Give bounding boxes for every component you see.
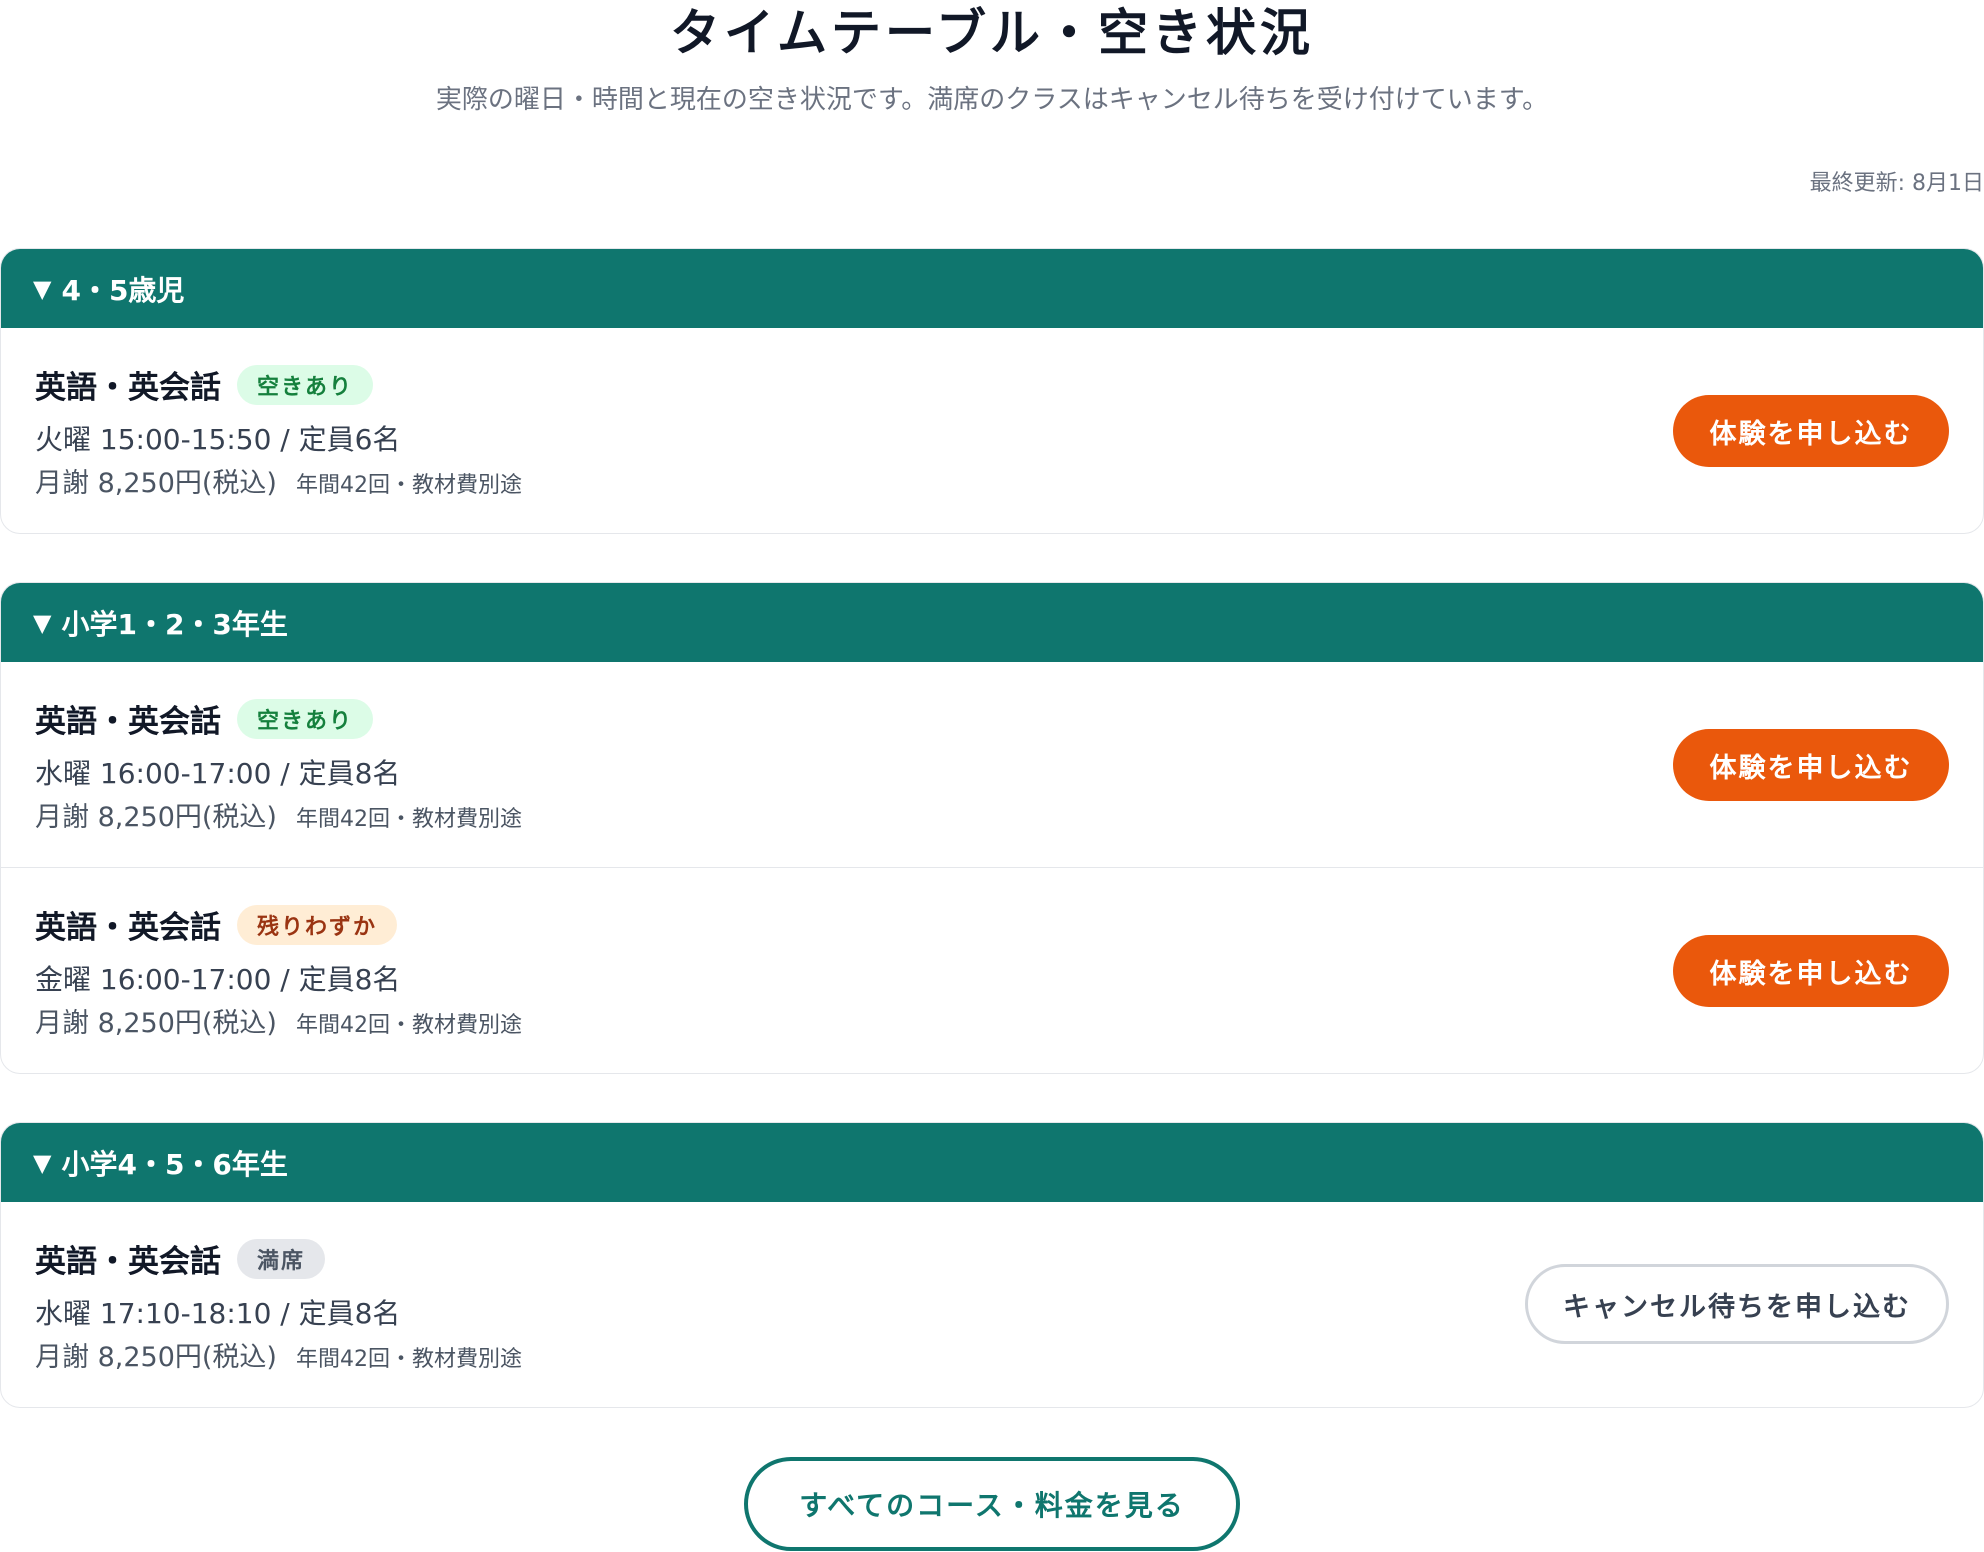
page-subtitle: 実際の曜日・時間と現在の空き状況です。満席のクラスはキャンセル待ちを受け付けてい… [435,85,1549,115]
price-text: 月謝 8,250円(税込) [35,468,277,499]
group-grade-4-6: ▼ 小学4・5・6年生 英語・英会話 満席 水曜 17:10-18:10 / 定… [0,1122,1984,1408]
last-updated-text: 最終更新: 8月1日 [1809,171,1984,196]
class-row: 英語・英会話 空きあり 水曜 16:00-17:00 / 定員8名 月謝 8,2… [1,662,1983,867]
trial-apply-button[interactable]: 体験を申し込む [1673,935,1949,1007]
waitlist-apply-button[interactable]: キャンセル待ちを申し込む [1525,1264,1949,1344]
group-label: 小学1・2・3年生 [61,607,288,641]
page-title: タイムテーブル・空き状況 [670,4,1314,62]
triangle-down-icon: ▼ [33,608,52,637]
class-row: 英語・英会話 満席 水曜 17:10-18:10 / 定員8名 月謝 8,250… [1,1202,1983,1407]
status-badge: 満席 [237,1238,326,1279]
group-header[interactable]: ▼ 小学4・5・6年生 [1,1123,1983,1202]
course-name: 英語・英会話 [35,704,221,740]
price-note: 年間42回・教材費別途 [296,473,523,498]
price-note: 年間42回・教材費別途 [296,1013,523,1038]
trial-apply-button[interactable]: 体験を申し込む [1673,395,1949,467]
class-row: 英語・英会話 空きあり 火曜 15:00-15:50 / 定員6名 月謝 8,2… [1,328,1983,533]
schedule-text: 火曜 15:00-15:50 / 定員6名 [35,423,401,456]
status-badge: 空きあり [237,364,374,405]
triangle-down-icon: ▼ [33,1148,52,1177]
class-row: 英語・英会話 残りわずか 金曜 16:00-17:00 / 定員8名 月謝 8,… [1,867,1983,1073]
schedule-text: 水曜 16:00-17:00 / 定員8名 [35,757,401,790]
price-note: 年間42回・教材費別途 [296,1347,523,1372]
triangle-down-icon: ▼ [33,274,52,303]
group-age-4-5: ▼ 4・5歳児 英語・英会話 空きあり 火曜 15:00-15:50 / 定員6… [0,248,1984,534]
price-text: 月謝 8,250円(税込) [35,1342,277,1373]
schedule-text: 水曜 17:10-18:10 / 定員8名 [35,1297,401,1330]
trial-apply-button[interactable]: 体験を申し込む [1673,729,1949,801]
group-header[interactable]: ▼ 小学1・2・3年生 [1,583,1983,662]
course-name: 英語・英会話 [35,1244,221,1280]
schedule-text: 金曜 16:00-17:00 / 定員8名 [35,963,401,996]
group-grade-1-3: ▼ 小学1・2・3年生 英語・英会話 空きあり 水曜 16:00-17:00 /… [0,582,1984,1074]
course-name: 英語・英会話 [35,910,221,946]
price-text: 月謝 8,250円(税込) [35,1008,277,1039]
group-label: 小学4・5・6年生 [61,1147,288,1181]
price-text: 月謝 8,250円(税込) [35,802,277,833]
group-label: 4・5歳児 [61,273,185,307]
group-header[interactable]: ▼ 4・5歳児 [1,249,1983,328]
course-name: 英語・英会話 [35,370,221,406]
status-badge: 残りわずか [237,904,398,945]
status-badge: 空きあり [237,698,374,739]
view-all-courses-button[interactable]: すべてのコース・料金を見る [744,1457,1240,1551]
price-note: 年間42回・教材費別途 [296,807,523,832]
